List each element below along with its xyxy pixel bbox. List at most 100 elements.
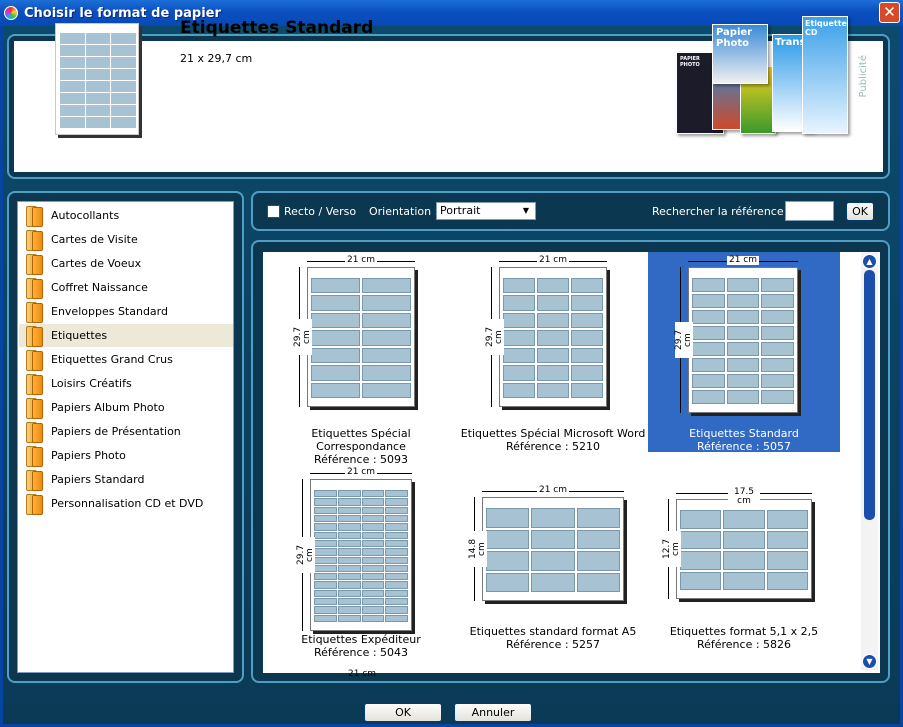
- label-cell: [60, 117, 85, 128]
- label-cell: [361, 523, 385, 531]
- advertisement-banner[interactable]: PAPIER PHOTO Papier Photo Transfert Etiq…: [672, 14, 848, 136]
- format-caption: Etiquettes Spécial Correspondance Référen…: [265, 427, 457, 466]
- folder-icon: [24, 301, 43, 323]
- label-cell: [85, 105, 111, 116]
- label-cell: [111, 81, 136, 92]
- label-cell: [337, 539, 361, 548]
- label-cell: [85, 45, 111, 56]
- label-cell: [60, 33, 85, 44]
- label-cell: [576, 551, 620, 571]
- label-cell: [337, 614, 361, 622]
- format-card[interactable]: 21 cm 29.7 cm Etiquettes Expéditeur Référen…: [265, 467, 457, 667]
- label-cell: [537, 295, 569, 311]
- label-cell: [311, 312, 360, 329]
- category-label: Papiers de Présentation: [51, 425, 181, 438]
- category-item[interactable]: Enveloppes Standard: [19, 300, 233, 323]
- orientation-select[interactable]: Portrait ▼: [436, 202, 536, 220]
- label-cell: [85, 33, 111, 44]
- category-item[interactable]: Papiers Photo: [19, 444, 233, 467]
- format-card[interactable]: 21 cm 14.8 cm Etiquettes standard format A…: [457, 467, 649, 667]
- category-item[interactable]: Papiers Album Photo: [19, 396, 233, 419]
- label-cell: [761, 358, 794, 372]
- category-item[interactable]: Coffret Naissance: [19, 276, 233, 299]
- folder-icon: [24, 229, 43, 251]
- search-ok-button[interactable]: OK: [846, 202, 874, 221]
- folder-icon: [24, 445, 43, 467]
- category-label: Etiquettes: [51, 329, 108, 342]
- format-card[interactable]: 21 cm 29.7 cm Etiquettes Standard Référence…: [648, 252, 840, 453]
- format-card[interactable]: 21 cm 29.7 cm Etiquettes Spécial Correspon…: [265, 252, 457, 466]
- label-cell: [385, 523, 408, 531]
- label-cell: [361, 589, 385, 598]
- label-cell: [85, 57, 111, 68]
- recto-verso-checkbox[interactable]: [267, 205, 280, 218]
- scroll-down-icon[interactable]: ▼: [862, 654, 877, 669]
- label-cell: [726, 342, 760, 356]
- format-name: Etiquettes standard format A5: [469, 625, 637, 638]
- category-item[interactable]: Personnalisation CD et DVD: [19, 492, 233, 515]
- label-cell: [692, 374, 725, 388]
- label-cell: [60, 69, 85, 80]
- label-cell: [314, 581, 337, 589]
- sheet-preview: [688, 267, 798, 413]
- category-item[interactable]: Papiers Standard: [19, 468, 233, 491]
- label-cell: [503, 382, 535, 398]
- category-item[interactable]: Cartes de Visite: [19, 228, 233, 251]
- close-button[interactable]: ✕: [879, 2, 900, 23]
- scroll-up-icon[interactable]: ▲: [862, 254, 877, 269]
- reference-search-input[interactable]: [785, 201, 834, 221]
- category-item[interactable]: Etiquettes: [19, 324, 233, 347]
- format-caption: Etiquettes Standard Référence : 5057: [648, 427, 840, 453]
- label-cell: [537, 365, 569, 381]
- label-cell: [385, 556, 408, 564]
- format-name: Etiquettes Standard: [689, 427, 799, 440]
- label-cell: [311, 365, 360, 381]
- partial-dimension-label: 21 cm: [348, 669, 377, 679]
- format-reference: Référence : 5210: [505, 440, 601, 453]
- format-reference: Référence : 5043: [313, 646, 409, 659]
- format-card[interactable]: 21 cm 29.7 cm Etiquettes Spécial Microsoft…: [457, 252, 649, 454]
- ad-box-6: Etiquettes CD: [802, 16, 848, 134]
- label-cell: [361, 490, 385, 498]
- label-cell: [385, 531, 408, 539]
- label-cell: [60, 105, 85, 116]
- app-icon: [4, 6, 18, 20]
- category-item[interactable]: Cartes de Voeux: [19, 252, 233, 275]
- label-cell: [531, 529, 575, 549]
- category-label: Enveloppes Standard: [51, 305, 168, 318]
- label-cell: [723, 530, 765, 549]
- cancel-button[interactable]: Annuler: [454, 703, 532, 722]
- label-cell: [362, 312, 411, 329]
- width-label: 21 cm: [537, 485, 569, 495]
- label-cell: [692, 294, 725, 308]
- formats-scrollbar[interactable]: ▲ ▼: [861, 252, 878, 670]
- chevron-down-icon[interactable]: ▼: [519, 204, 533, 218]
- ad-box-4: Papier Photo: [712, 24, 768, 84]
- scroll-thumb[interactable]: [864, 270, 875, 520]
- label-cell: [111, 45, 136, 56]
- category-item[interactable]: Loisirs Créatifs: [19, 372, 233, 395]
- label-cell: [314, 614, 337, 622]
- category-item[interactable]: Autocollants: [19, 204, 233, 227]
- label-cell: [361, 531, 385, 539]
- label-cell: [486, 529, 530, 549]
- label-cell: [503, 312, 535, 329]
- category-item[interactable]: Papiers de Présentation: [19, 420, 233, 443]
- label-cell: [537, 347, 569, 364]
- label-cell: [385, 573, 408, 581]
- label-cell: [571, 365, 603, 381]
- label-cell: [385, 598, 408, 606]
- label-cell: [85, 93, 111, 104]
- label-cell: [761, 374, 794, 388]
- label-cell: [361, 606, 385, 614]
- label-cell: [726, 294, 760, 308]
- label-cell: [385, 564, 408, 573]
- label-cell: [571, 295, 603, 311]
- category-item[interactable]: Etiquettes Grand Crus: [19, 348, 233, 371]
- label-cell: [314, 573, 337, 581]
- ok-button[interactable]: OK: [364, 703, 442, 722]
- format-card[interactable]: 17.5 cm 12.7 cm Etiquettes format 5,1 x 2,…: [648, 467, 840, 667]
- sheet-preview: [499, 267, 607, 407]
- search-label: Rechercher la référence :: [652, 205, 791, 218]
- label-cell: [362, 347, 411, 364]
